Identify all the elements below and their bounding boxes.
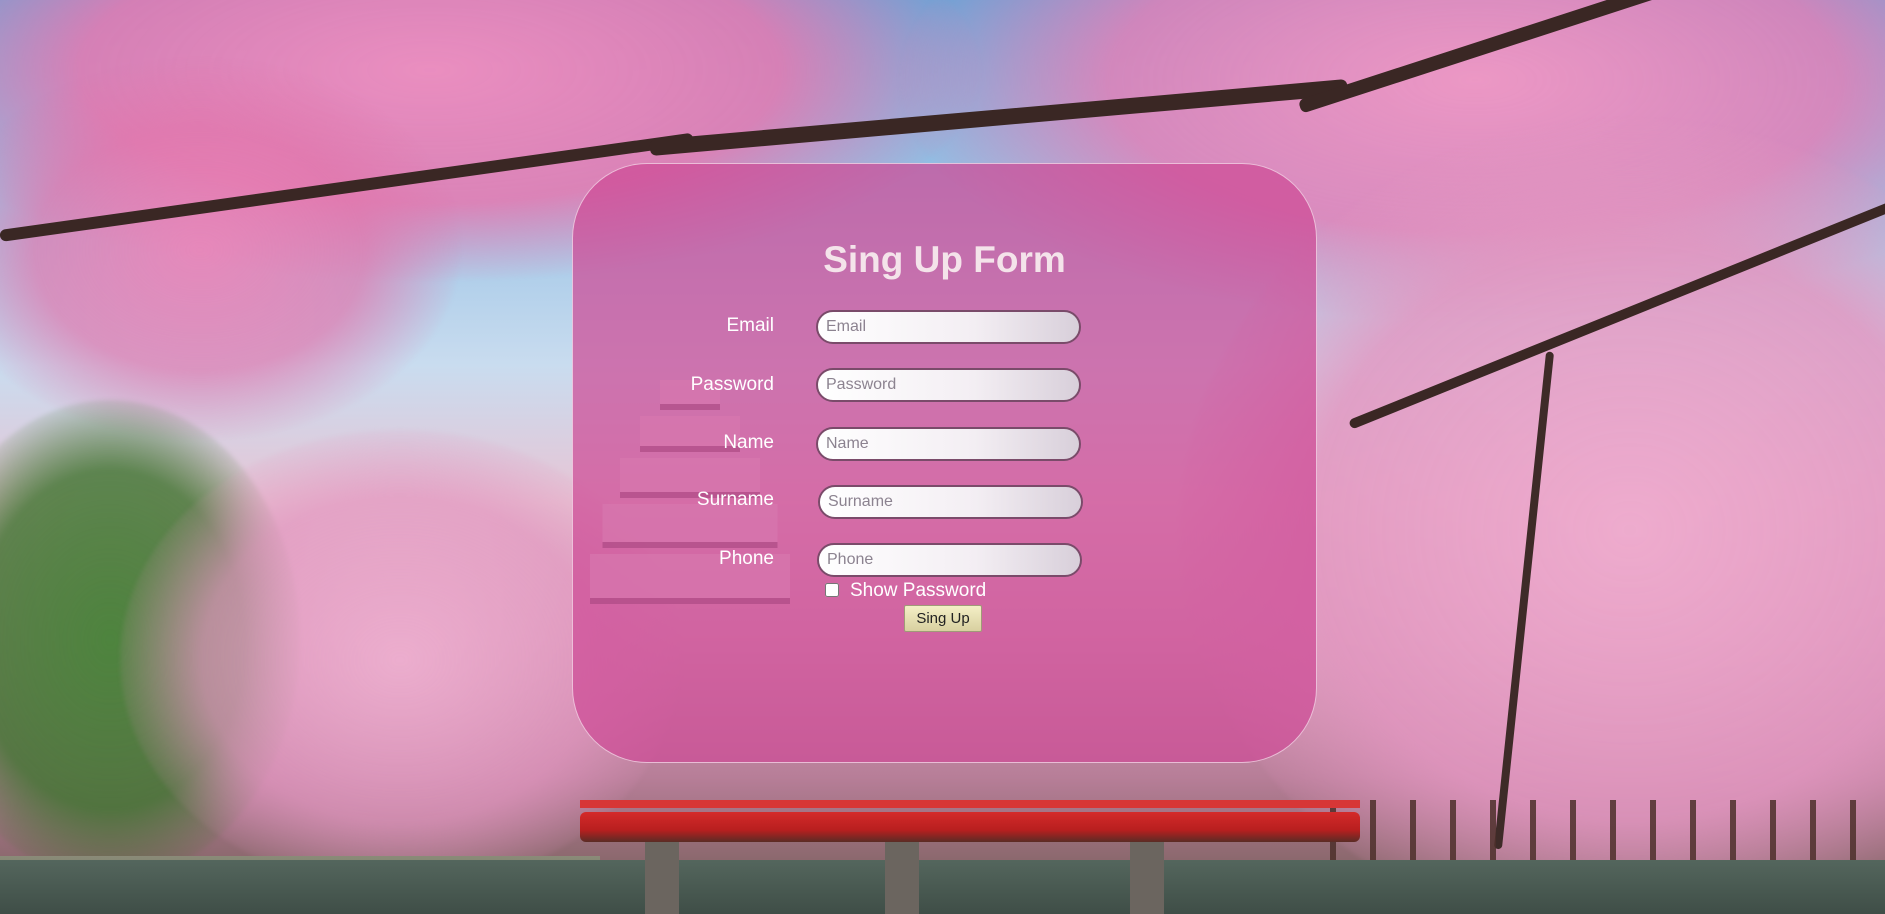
name-label: Name — [723, 432, 774, 453]
email-label: Email — [726, 315, 774, 336]
bridge-pillar — [645, 842, 679, 914]
phone-input[interactable] — [817, 543, 1082, 577]
wooden-fence — [1330, 800, 1885, 860]
phone-label: Phone — [719, 548, 774, 569]
name-input[interactable] — [816, 427, 1081, 461]
show-password-label[interactable]: Show Password — [850, 580, 986, 602]
password-label: Password — [690, 374, 774, 395]
background-scene: Sing Up Form Email Password Name Surname… — [0, 0, 1885, 914]
bridge-pillar — [1130, 842, 1164, 914]
email-input[interactable] — [816, 310, 1081, 344]
show-password-checkbox[interactable] — [825, 583, 839, 597]
surname-label: Surname — [696, 489, 774, 510]
bridge-railing — [580, 800, 1360, 808]
surname-input[interactable] — [818, 485, 1083, 519]
bridge-pillar — [885, 842, 919, 914]
sign-up-button[interactable]: Sing Up — [904, 605, 982, 632]
password-input[interactable] — [816, 368, 1081, 402]
signup-form-card: Sing Up Form Email Password Name Surname… — [572, 163, 1317, 763]
river-water — [0, 860, 1885, 914]
red-bridge — [580, 812, 1360, 842]
form-title: Sing Up Form — [823, 239, 1066, 280]
